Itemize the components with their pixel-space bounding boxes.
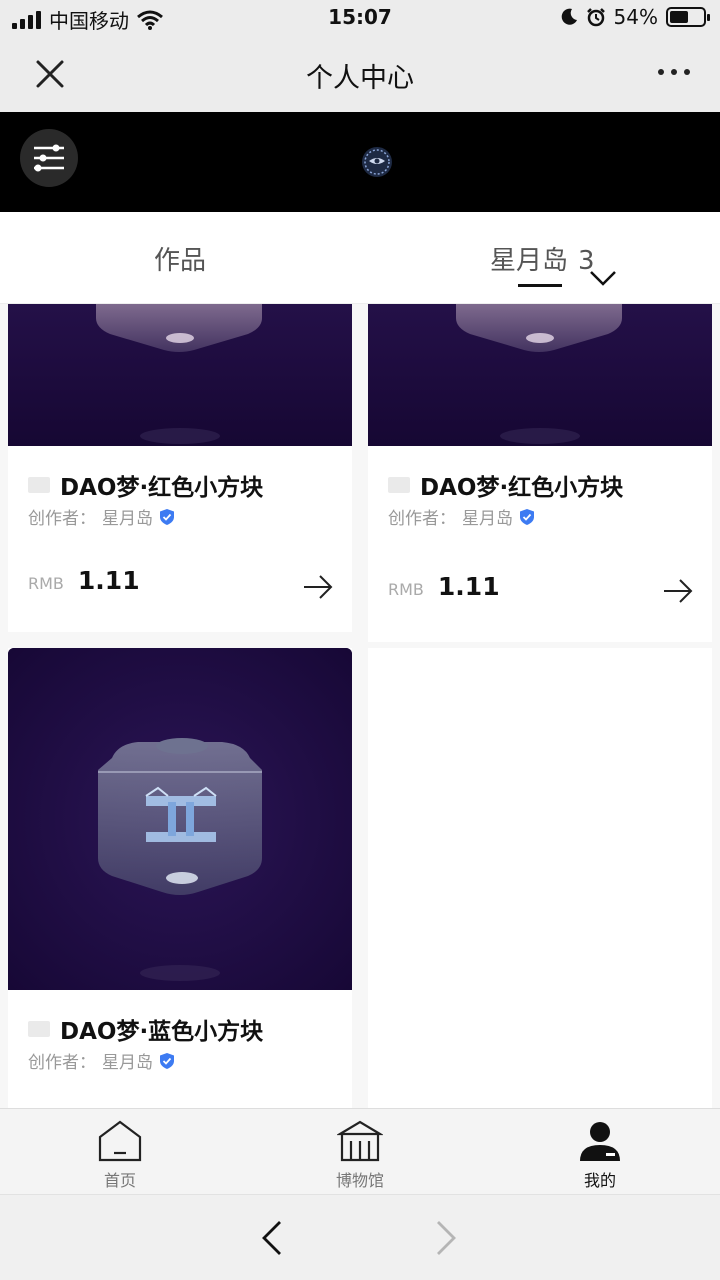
filter-icon — [34, 144, 64, 172]
artwork-image — [8, 304, 352, 446]
status-right: 54% — [560, 5, 710, 29]
status-bar: 中国移动 15:07 54% — [0, 0, 720, 36]
card-price: RMB 1.11 — [28, 566, 140, 595]
creator-name[interactable]: 星月岛 — [462, 504, 513, 529]
alarm-icon — [586, 8, 605, 27]
cube-artwork — [368, 304, 712, 446]
battery-percent: 54% — [613, 5, 658, 29]
card-title-text: DAO梦·红色小方块 — [420, 475, 624, 501]
arrow-right-icon[interactable] — [662, 578, 694, 604]
tab-profile[interactable]: 我的 — [540, 1119, 660, 1191]
tab-island-label: 星月岛 — [490, 246, 569, 276]
tab-home[interactable]: 首页 — [60, 1119, 180, 1191]
token-icon — [28, 1021, 50, 1037]
token-icon — [388, 477, 410, 493]
verified-badge-icon — [160, 1052, 174, 1069]
card-title-text: DAO梦·红色小方块 — [60, 475, 264, 501]
tab-works[interactable]: 作品 — [154, 240, 206, 277]
profile-banner — [0, 112, 720, 212]
chevron-down-icon[interactable] — [588, 268, 618, 288]
verified-badge-icon — [520, 508, 534, 525]
price-currency: RMB — [28, 574, 64, 593]
nft-card[interactable]: DAO梦·红色小方块 创作者： 星月岛 RMB 1.11 — [368, 304, 712, 642]
moon-icon — [561, 8, 577, 25]
creator-name[interactable]: 星月岛 — [102, 504, 153, 529]
filter-button[interactable] — [20, 129, 78, 187]
price-value: 1.11 — [437, 572, 500, 601]
museum-icon — [337, 1120, 383, 1162]
bottom-tab-bar: 首页 博物馆 我的 — [0, 1108, 720, 1194]
nft-card[interactable]: DAO梦·红色小方块 创作者： 星月岛 RMB 1.11 — [8, 304, 352, 632]
tab-active-indicator — [518, 284, 562, 287]
tab-museum-label: 博物馆 — [335, 1171, 384, 1190]
app-root: 中国移动 15:07 54% 个人中心 作品 星月岛 3 DAO梦·红色小方块 … — [0, 0, 720, 1280]
chevron-right-icon[interactable] — [432, 1219, 460, 1257]
tab-museum[interactable]: 博物馆 — [300, 1119, 420, 1191]
works-grid: DAO梦·红色小方块 创作者： 星月岛 RMB 1.11 DAO梦·红色小方块 … — [0, 304, 720, 1108]
creator-name[interactable]: 星月岛 — [102, 1048, 153, 1073]
artwork-image — [368, 304, 712, 446]
creator-label: 创作者： — [28, 509, 96, 529]
browser-nav-bar — [0, 1194, 720, 1280]
creator-label: 创作者： — [388, 509, 456, 529]
tab-home-label: 首页 — [103, 1171, 136, 1190]
page-title: 个人中心 — [306, 63, 414, 94]
more-icon[interactable] — [656, 62, 692, 82]
price-currency: RMB — [388, 580, 424, 599]
card-creator: 创作者： 星月岛 — [28, 504, 175, 529]
creator-label: 创作者： — [28, 1053, 96, 1073]
card-title: DAO梦·蓝色小方块 — [28, 1012, 263, 1046]
nft-card[interactable]: DAO梦·蓝色小方块 创作者： 星月岛 — [8, 648, 352, 1108]
card-title: DAO梦·红色小方块 — [28, 468, 263, 502]
card-creator: 创作者： 星月岛 — [28, 1048, 175, 1073]
arrow-right-icon[interactable] — [302, 574, 334, 600]
token-icon — [28, 477, 50, 493]
battery-icon — [666, 7, 710, 27]
tab-island[interactable]: 星月岛 3 — [490, 240, 595, 277]
profile-tabs: 作品 星月岛 3 — [0, 212, 720, 304]
profile-icon — [580, 1122, 620, 1161]
card-title: DAO梦·红色小方块 — [388, 468, 623, 502]
home-icon — [98, 1120, 142, 1162]
artwork-image — [8, 648, 352, 990]
verified-badge-icon — [160, 508, 174, 525]
empty-grid-cell — [368, 648, 712, 1108]
tab-profile-label: 我的 — [583, 1171, 616, 1190]
card-title-text: DAO梦·蓝色小方块 — [60, 1019, 264, 1045]
cube-artwork — [8, 648, 352, 990]
price-value: 1.11 — [77, 566, 140, 595]
chevron-left-icon[interactable] — [258, 1219, 286, 1257]
tab-works-label: 作品 — [154, 246, 207, 276]
logo-icon — [362, 147, 392, 177]
card-price: RMB 1.11 — [388, 572, 500, 601]
card-creator: 创作者： 星月岛 — [388, 504, 535, 529]
cube-artwork — [8, 304, 352, 446]
nav-bar: 个人中心 — [0, 36, 720, 112]
